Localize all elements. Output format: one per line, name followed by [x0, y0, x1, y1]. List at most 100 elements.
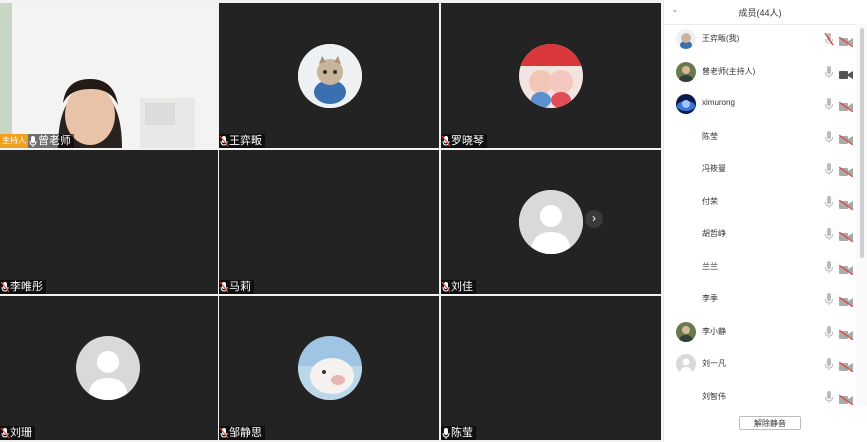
member-row[interactable]: 兰兰: [664, 252, 856, 284]
mic-icon: [442, 428, 450, 439]
camera-off-icon[interactable]: [838, 132, 854, 145]
participant-name: 刘珊: [10, 427, 32, 439]
unmute-all-button[interactable]: 解除静音: [739, 416, 801, 430]
member-name: 刘一凡: [702, 359, 726, 368]
participant-name: 刘佳: [451, 281, 473, 293]
member-row[interactable]: 陈莹: [664, 122, 856, 154]
member-panel-title: 成员(44人): [738, 8, 782, 18]
member-name: 曾老师(主持人): [702, 66, 756, 76]
member-row[interactable]: 刘一凡: [664, 349, 856, 381]
mic-muted-icon[interactable]: [824, 32, 834, 46]
mic-icon[interactable]: [824, 130, 834, 144]
member-name: 刘智伟: [702, 391, 726, 401]
member-row[interactable]: 胡哲峥: [664, 219, 856, 251]
camera-off-icon[interactable]: [838, 327, 854, 340]
member-name: 冯筱曼: [702, 164, 726, 173]
camera-off-icon[interactable]: [838, 164, 854, 178]
mic-muted-icon: [219, 281, 229, 293]
mic-icon[interactable]: [824, 390, 834, 404]
participant-name: 李唯彤: [10, 281, 43, 293]
member-name: 付荣: [702, 196, 718, 206]
video-tile[interactable]: 马莉: [219, 150, 439, 294]
member-row[interactable]: 王弈畈(我): [664, 24, 856, 56]
camera-off-icon[interactable]: [838, 262, 854, 275]
participant-name: 王弈畈: [229, 135, 262, 147]
member-name: 胡哲峥: [702, 229, 726, 238]
camera-off-icon[interactable]: [838, 197, 854, 210]
participant-name: 邹静思: [229, 427, 262, 439]
mic-muted-icon: [219, 135, 229, 147]
member-row[interactable]: ximurong: [664, 89, 856, 121]
participant-name-tag: 王弈畈: [219, 134, 265, 148]
member-panel: ⌄ 成员(44人) 王弈畈(我) 曾老师(主持人) ximurong 陈莹 冯筱曼 付荣胡…: [663, 0, 867, 442]
next-page-button[interactable]: ›: [585, 210, 603, 228]
video-tile[interactable]: 刘珊: [0, 296, 218, 440]
mic-icon[interactable]: [824, 357, 834, 371]
participant-name-tag: 刘佳: [441, 280, 476, 294]
mic-icon[interactable]: [824, 162, 834, 176]
member-row[interactable]: 付荣: [664, 187, 856, 219]
camera-off-icon[interactable]: [838, 359, 854, 373]
mic-muted-icon: [219, 427, 229, 439]
member-avatar: [676, 321, 696, 342]
video-tile[interactable]: 罗晓琴: [441, 3, 661, 148]
member-avatar: [676, 354, 696, 374]
participant-name: 曾老师: [38, 135, 71, 147]
camera-icon[interactable]: [839, 67, 853, 79]
video-tile[interactable]: 邹静思: [219, 296, 439, 440]
participant-name-tag: 陈莹: [441, 426, 476, 440]
host-video-feed: [0, 3, 218, 148]
mic-muted-icon: [441, 135, 451, 147]
mic-muted-icon: [0, 427, 10, 439]
member-row[interactable]: 曾老师(主持人): [664, 57, 856, 89]
participant-name-tag: 马莉: [219, 280, 254, 294]
participant-name-tag: 李唯彤: [0, 280, 46, 294]
member-name: 李小静: [702, 326, 726, 336]
pig-photo-avatar: [298, 336, 362, 400]
mic-muted-icon: [441, 281, 451, 293]
video-tile[interactable]: 李唯彤: [0, 150, 218, 294]
mic-icon[interactable]: [824, 260, 834, 274]
default-avatar: [76, 336, 140, 400]
member-avatar: [676, 61, 696, 82]
member-name: 李季: [702, 294, 718, 303]
participant-name: 马莉: [229, 281, 251, 293]
mic-icon[interactable]: [824, 195, 834, 209]
member-avatar: [676, 29, 696, 49]
video-tile[interactable]: 主持人 曾老师: [0, 3, 218, 148]
mic-icon[interactable]: [824, 325, 834, 339]
cartoon-cat-avatar: [298, 44, 362, 108]
mic-icon[interactable]: [824, 65, 834, 79]
cartoon-pigs-avatar: [519, 44, 583, 108]
participant-name-tag: 邹静思: [219, 426, 265, 440]
member-list: 王弈畈(我) 曾老师(主持人) ximurong 陈莹冯筱曼付荣胡哲峥兰兰李季李小静刘…: [664, 24, 856, 406]
member-name: 陈莹: [702, 131, 718, 141]
scrollbar-thumb[interactable]: [860, 28, 864, 258]
mic-muted-icon: [0, 281, 10, 293]
mic-icon[interactable]: [824, 97, 834, 111]
default-avatar: [519, 190, 583, 254]
mic-icon[interactable]: [824, 227, 834, 241]
member-row[interactable]: 冯筱曼: [664, 154, 856, 186]
camera-off-icon[interactable]: [838, 392, 854, 405]
camera-off-icon[interactable]: [838, 294, 854, 308]
video-tile[interactable]: 王弈畈: [219, 3, 439, 148]
participant-name-tag: 罗晓琴: [441, 134, 487, 148]
participant-name: 罗晓琴: [451, 135, 484, 147]
host-badge: 主持人: [0, 134, 28, 148]
member-name: 兰兰: [702, 261, 718, 271]
camera-off-icon[interactable]: [838, 99, 854, 113]
member-name: 王弈畈(我): [702, 34, 740, 43]
camera-off-icon[interactable]: [838, 34, 854, 48]
camera-off-icon[interactable]: [838, 229, 854, 243]
video-tile[interactable]: 陈莹: [441, 296, 661, 440]
member-name: ximurong: [702, 98, 735, 107]
member-avatar: [676, 94, 696, 114]
participant-name-tag: 刘珊: [0, 426, 35, 440]
member-row[interactable]: 李小静: [664, 317, 856, 349]
video-tile[interactable]: › 刘佳: [441, 150, 661, 294]
mic-icon[interactable]: [824, 292, 834, 306]
member-row[interactable]: 李季: [664, 284, 856, 316]
participant-name: 陈莹: [451, 427, 473, 439]
member-row[interactable]: 刘智伟: [664, 382, 856, 407]
